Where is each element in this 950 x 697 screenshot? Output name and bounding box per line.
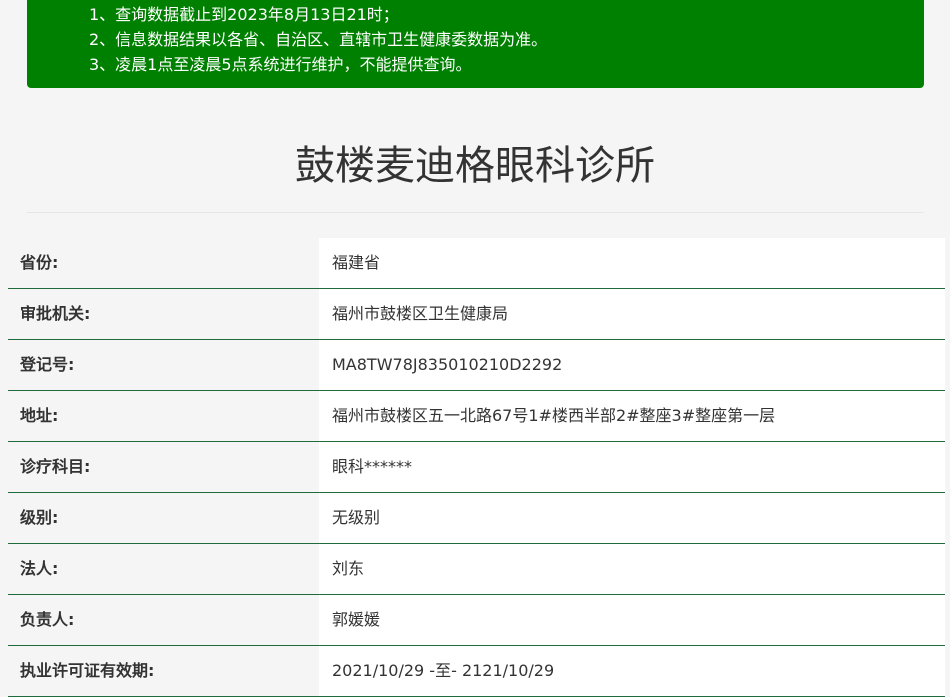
- field-value: 郭媛媛: [319, 595, 945, 645]
- field-label: 省份:: [8, 238, 319, 288]
- field-label: 登记号:: [8, 340, 319, 390]
- table-row: 执业许可证有效期: 2021/10/29 -至- 2121/10/29: [8, 646, 945, 697]
- table-row: 地址: 福州市鼓楼区五一北路67号1#楼西半部2#整座3#整座第一层: [8, 391, 945, 442]
- notice-line: 1、查询数据截止到2023年8月13日21时；: [89, 5, 399, 24]
- notice-line: 3、凌晨1点至凌晨5点系统进行维护，不能提供查询。: [89, 55, 472, 74]
- field-label: 审批机关:: [8, 289, 319, 339]
- field-value: 无级别: [319, 493, 945, 543]
- field-label: 级别:: [8, 493, 319, 543]
- field-label: 负责人:: [8, 595, 319, 645]
- field-label: 执业许可证有效期:: [8, 646, 319, 696]
- field-value: 福建省: [319, 238, 945, 288]
- table-row: 级别: 无级别: [8, 493, 945, 544]
- field-label: 法人:: [8, 544, 319, 594]
- divider: [27, 212, 924, 213]
- detail-table: 省份: 福建省 审批机关: 福州市鼓楼区卫生健康局 登记号: MA8TW78J8…: [8, 238, 945, 697]
- field-label: 诊疗科目:: [8, 442, 319, 492]
- field-value: MA8TW78J835010210D2292: [319, 340, 945, 390]
- field-value: 眼科******: [319, 442, 945, 492]
- field-value: 2021/10/29 -至- 2121/10/29: [319, 646, 945, 696]
- field-label: 地址:: [8, 391, 319, 441]
- field-value: 福州市鼓楼区五一北路67号1#楼西半部2#整座3#整座第一层: [319, 391, 945, 441]
- table-row: 登记号: MA8TW78J835010210D2292: [8, 340, 945, 391]
- field-value: 福州市鼓楼区卫生健康局: [319, 289, 945, 339]
- table-row: 负责人: 郭媛媛: [8, 595, 945, 646]
- notice-line: 2、信息数据结果以各省、自治区、直辖市卫生健康委数据为准。: [89, 30, 548, 49]
- field-value: 刘东: [319, 544, 945, 594]
- page-title: 鼓楼麦迪格眼科诊所: [295, 143, 655, 189]
- table-row: 审批机关: 福州市鼓楼区卫生健康局: [8, 289, 945, 340]
- table-row: 法人: 刘东: [8, 544, 945, 595]
- table-row: 诊疗科目: 眼科******: [8, 442, 945, 493]
- table-row: 省份: 福建省: [8, 238, 945, 289]
- notice-banner: 1、查询数据截止到2023年8月13日21时； 2、信息数据结果以各省、自治区、…: [27, 0, 924, 88]
